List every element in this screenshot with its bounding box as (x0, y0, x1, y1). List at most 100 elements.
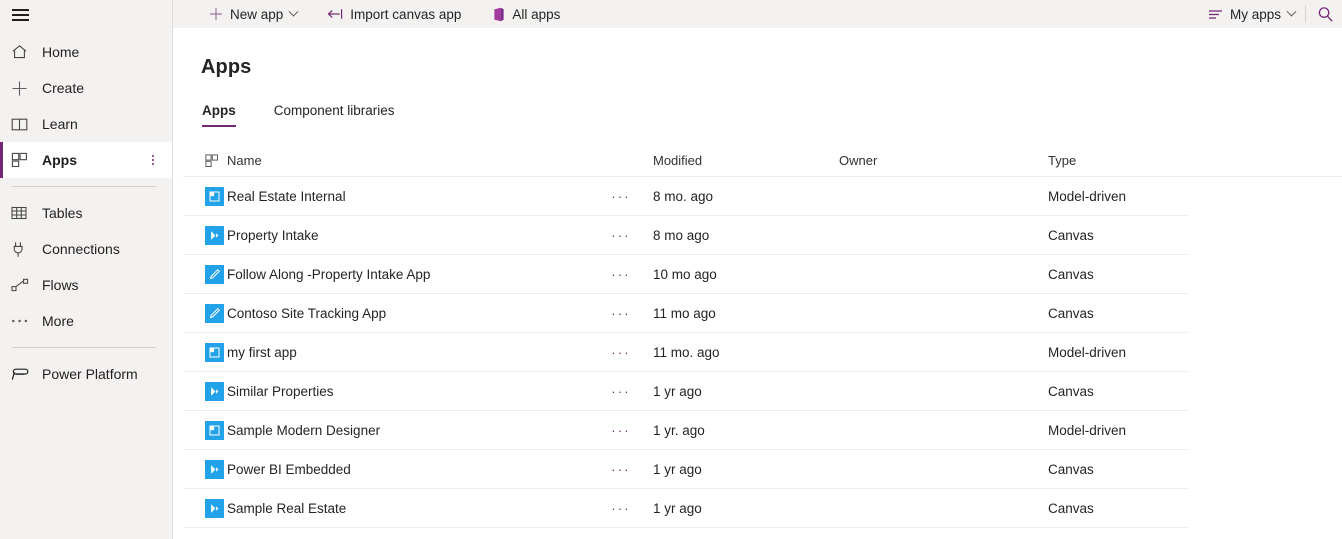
hamburger-menu-button[interactable] (0, 0, 48, 30)
column-header-modified[interactable]: Modified (653, 153, 839, 168)
app-type-icon-cell (183, 186, 227, 206)
model-driven-app-icon (205, 420, 224, 440)
search-icon (1317, 6, 1334, 23)
my-apps-filter-button[interactable]: My apps (1200, 0, 1303, 28)
ellipsis-icon: ··· (611, 500, 631, 516)
row-overflow-button[interactable]: ··· (589, 229, 653, 242)
plug-icon (11, 240, 33, 258)
app-name-cell[interactable]: my first app (227, 345, 589, 360)
row-overflow-button[interactable]: ··· (589, 307, 653, 320)
column-header-owner[interactable]: Owner (839, 153, 1048, 168)
sidebar-item-flows[interactable]: Flows (0, 267, 172, 303)
apps-grid-icon (205, 153, 219, 168)
command-bar-divider (1305, 5, 1306, 23)
power-apps-maker-portal: Home Create Learn Apps Tables Connection… (0, 0, 1342, 539)
app-name-label: Follow Along -Property Intake App (227, 266, 431, 282)
app-name-label: Sample Modern Designer (227, 422, 381, 438)
book-icon (11, 115, 33, 133)
sidebar-item-label: Tables (42, 205, 83, 221)
sidebar-item-label: Apps (42, 152, 77, 168)
command-bar-right-group: My apps (1200, 0, 1342, 28)
app-name-cell[interactable]: Similar Properties (227, 384, 589, 399)
canvas-pen-app-icon (205, 264, 224, 284)
sidebar-item-create[interactable]: Create (0, 70, 172, 106)
table-row[interactable]: Real Estate Internal ··· 8 mo. ago Model-dr… (183, 177, 1188, 216)
left-navigation-sidebar: Home Create Learn Apps Tables Connection… (0, 0, 173, 539)
new-app-button[interactable]: New app (201, 0, 305, 28)
ellipsis-icon: ··· (611, 422, 631, 438)
all-apps-label: All apps (512, 6, 561, 22)
type-cell: Canvas (1048, 383, 1094, 399)
sidebar-item-power-platform[interactable]: Power Platform (0, 356, 172, 392)
sidebar-item-tables[interactable]: Tables (0, 195, 172, 231)
row-overflow-button[interactable]: ··· (589, 190, 653, 203)
row-overflow-button[interactable]: ··· (589, 424, 653, 437)
app-name-cell[interactable]: Sample Modern Designer (227, 423, 589, 438)
column-header-type[interactable]: Type (1048, 153, 1188, 168)
plus-icon (11, 79, 33, 97)
chevron-down-icon (1286, 6, 1297, 17)
app-name-cell[interactable]: Property Intake (227, 228, 589, 243)
table-row[interactable]: Contoso Site Tracking App ··· 11 mo ago Can… (183, 294, 1188, 333)
command-bar: New app Import canvas app All apps My ap… (173, 0, 1342, 28)
app-name-label: Property Intake (227, 227, 319, 243)
app-name-label: Real Estate Internal (227, 188, 346, 204)
canvas-app-icon (205, 381, 224, 401)
table-row[interactable]: Property Intake ··· 8 mo ago Canvas (183, 216, 1188, 255)
type-cell: Canvas (1048, 266, 1094, 282)
power-platform-icon (11, 365, 33, 383)
table-row[interactable]: Follow Along -Property Intake App ··· 10 m… (183, 255, 1188, 294)
type-cell: Canvas (1048, 461, 1094, 477)
app-name-cell[interactable]: Follow Along -Property Intake App (227, 267, 589, 282)
sidebar-nav-list: Home Create Learn Apps Tables Connection… (0, 34, 172, 392)
column-header-icon[interactable] (183, 153, 227, 168)
app-type-icon-cell (183, 381, 227, 401)
sidebar-item-home[interactable]: Home (0, 34, 172, 70)
sidebar-item-more[interactable]: More (0, 303, 172, 339)
row-overflow-button[interactable]: ··· (589, 268, 653, 281)
canvas-app-icon (205, 459, 224, 479)
table-row[interactable]: Similar Properties ··· 1 yr ago Canvas (183, 372, 1188, 411)
office-apps-icon (491, 7, 505, 22)
column-header-name[interactable]: Name (227, 153, 589, 168)
table-row[interactable]: Sample Modern Designer ··· 1 yr. ago Model-… (183, 411, 1188, 450)
row-overflow-button[interactable]: ··· (589, 346, 653, 359)
tab-component-libraries[interactable]: Component libraries (274, 103, 405, 127)
type-cell: Canvas (1048, 500, 1094, 516)
new-app-label: New app (230, 6, 284, 22)
sidebar-item-apps[interactable]: Apps (0, 142, 172, 178)
app-name-cell[interactable]: Real Estate Internal (227, 189, 589, 204)
sidebar-item-connections[interactable]: Connections (0, 231, 172, 267)
ellipsis-icon: ··· (611, 227, 631, 243)
row-overflow-button[interactable]: ··· (589, 502, 653, 515)
apps-grid-icon (11, 151, 33, 169)
app-name-cell[interactable]: Power BI Embedded (227, 462, 589, 477)
app-type-icon-cell (183, 420, 227, 440)
import-canvas-app-label: Import canvas app (350, 6, 462, 22)
ellipsis-icon: ··· (611, 461, 631, 477)
page-tabs: Apps Component libraries (202, 103, 1342, 127)
app-name-cell[interactable]: Contoso Site Tracking App (227, 306, 589, 321)
sidebar-item-learn[interactable]: Learn (0, 106, 172, 142)
type-cell: Model-driven (1048, 188, 1127, 204)
table-row[interactable]: Power BI Embedded ··· 1 yr ago Canvas (183, 450, 1188, 489)
app-name-label: Similar Properties (227, 383, 334, 399)
import-canvas-app-button[interactable]: Import canvas app (319, 0, 469, 28)
search-button[interactable] (1308, 0, 1342, 28)
sidebar-item-label: Flows (42, 277, 79, 293)
tab-apps[interactable]: Apps (202, 103, 246, 127)
main-content-area: New app Import canvas app All apps My ap… (173, 0, 1342, 539)
page-title: Apps (201, 56, 252, 78)
type-cell: Canvas (1048, 305, 1094, 321)
all-apps-button[interactable]: All apps (483, 0, 568, 28)
more-options-icon[interactable] (152, 155, 154, 165)
sidebar-item-label: Connections (42, 241, 120, 257)
table-row[interactable]: my first app ··· 11 mo. ago Model-driven (183, 333, 1188, 372)
row-overflow-button[interactable]: ··· (589, 385, 653, 398)
row-overflow-button[interactable]: ··· (589, 463, 653, 476)
sidebar-item-label: Create (42, 80, 85, 96)
app-name-cell[interactable]: Sample Real Estate (227, 501, 589, 516)
table-row[interactable]: Sample Real Estate ··· 1 yr ago Canvas (183, 489, 1188, 528)
apps-table: Name Modified Owner Type Real Estate Int… (183, 145, 1342, 528)
sidebar-divider-1 (12, 186, 156, 187)
